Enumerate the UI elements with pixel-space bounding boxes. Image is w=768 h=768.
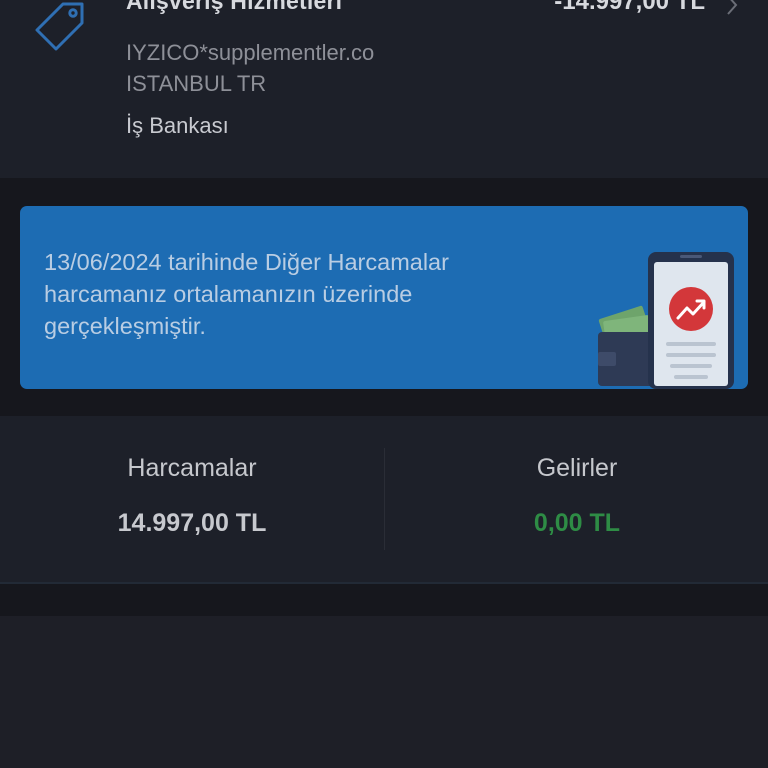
summary-panel: Harcamalar 14.997,00 TL Gelirler 0,00 TL (0, 416, 768, 584)
phone-trend-up-illustration (598, 252, 734, 389)
expenses-value: 14.997,00 TL (117, 509, 267, 537)
banner-message: 13/06/2024 tarihinde Diğer Harcamalar ha… (44, 249, 449, 339)
income-value: 0,00 TL (533, 509, 621, 537)
income-label: Gelirler (536, 454, 618, 482)
expenses-summary[interactable]: Harcamalar 14.997,00 TL (0, 416, 384, 582)
spending-alert-banner[interactable]: 13/06/2024 tarihinde Diğer Harcamalar ha… (20, 206, 748, 389)
income-summary[interactable]: Gelirler 0,00 TL (385, 416, 768, 582)
section-separator-bottom (0, 584, 768, 616)
empty-area (0, 616, 768, 768)
screen: Alışveriş Hizmetleri -14.997,00 TL IYZIC… (0, 0, 768, 768)
chevron-right-icon[interactable] (724, 0, 740, 16)
transaction-category: Alışveriş Hizmetleri (126, 0, 343, 14)
price-tag-icon (35, 2, 84, 51)
transaction-location: ISTANBUL TR (126, 71, 267, 96)
transaction-card[interactable]: Alışveriş Hizmetleri -14.997,00 TL IYZIC… (0, 0, 768, 178)
transaction-amount: -14.997,00 TL (554, 0, 705, 15)
expenses-label: Harcamalar (127, 454, 257, 482)
transaction-merchant: IYZICO*supplementler.co (126, 40, 375, 65)
transaction-bank: İş Bankası (126, 113, 229, 138)
